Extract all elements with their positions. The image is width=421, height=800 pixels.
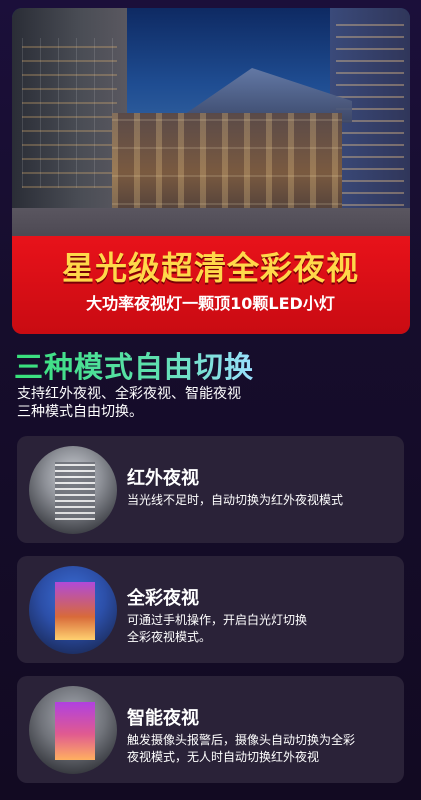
card-description: 当光线不足时，自动切换为红外夜视模式 — [127, 492, 395, 509]
right-building — [330, 8, 410, 238]
section-description-line: 三种模式自由切换。 — [17, 404, 143, 420]
mode-card-infrared: 红外夜视 当光线不足时，自动切换为红外夜视模式 — [17, 436, 404, 543]
card-description-line: 可通过手机操作，开启白光灯切换 — [127, 613, 308, 627]
banner-subtitle: 大功率夜视灯一颗顶10颗LED小灯 — [86, 294, 335, 313]
card-description-line: 当光线不足时，自动切换为红外夜视模式 — [127, 493, 344, 507]
section-title: 三种模式自由切换 — [14, 344, 254, 386]
mode-card-fullcolor: 全彩夜视 可通过手机操作，开启白光灯切换 全彩夜视模式。 — [17, 556, 404, 663]
card-description-line: 夜视模式，无人时自动切换红外夜视 — [127, 750, 320, 764]
card-title: 智能夜视 — [127, 708, 199, 729]
smart-mode-thumbnail — [29, 686, 117, 774]
fullcolor-mode-thumbnail — [29, 566, 117, 654]
card-description-line: 触发摄像头报警后，摄像头自动切换为全彩 — [127, 733, 356, 747]
card-description: 可通过手机操作，开启白光灯切换 全彩夜视模式。 — [127, 612, 395, 646]
left-building — [12, 8, 127, 238]
card-description: 触发摄像头报警后，摄像头自动切换为全彩 夜视模式，无人时自动切换红外夜视 — [127, 732, 395, 766]
mode-card-smart: 智能夜视 触发摄像头报警后，摄像头自动切换为全彩 夜视模式，无人时自动切换红外夜… — [17, 676, 404, 783]
infrared-mode-thumbnail — [29, 446, 117, 534]
banner-title: 星光级超清全彩夜视 — [61, 249, 359, 287]
card-title: 全彩夜视 — [127, 588, 199, 609]
card-title: 红外夜视 — [127, 468, 199, 489]
card-description-line: 全彩夜视模式。 — [127, 630, 212, 644]
section-description-line: 支持红外夜视、全彩夜视、智能夜视 — [17, 386, 241, 402]
section-description: 支持红外夜视、全彩夜视、智能夜视 三种模式自由切换。 — [17, 385, 317, 421]
